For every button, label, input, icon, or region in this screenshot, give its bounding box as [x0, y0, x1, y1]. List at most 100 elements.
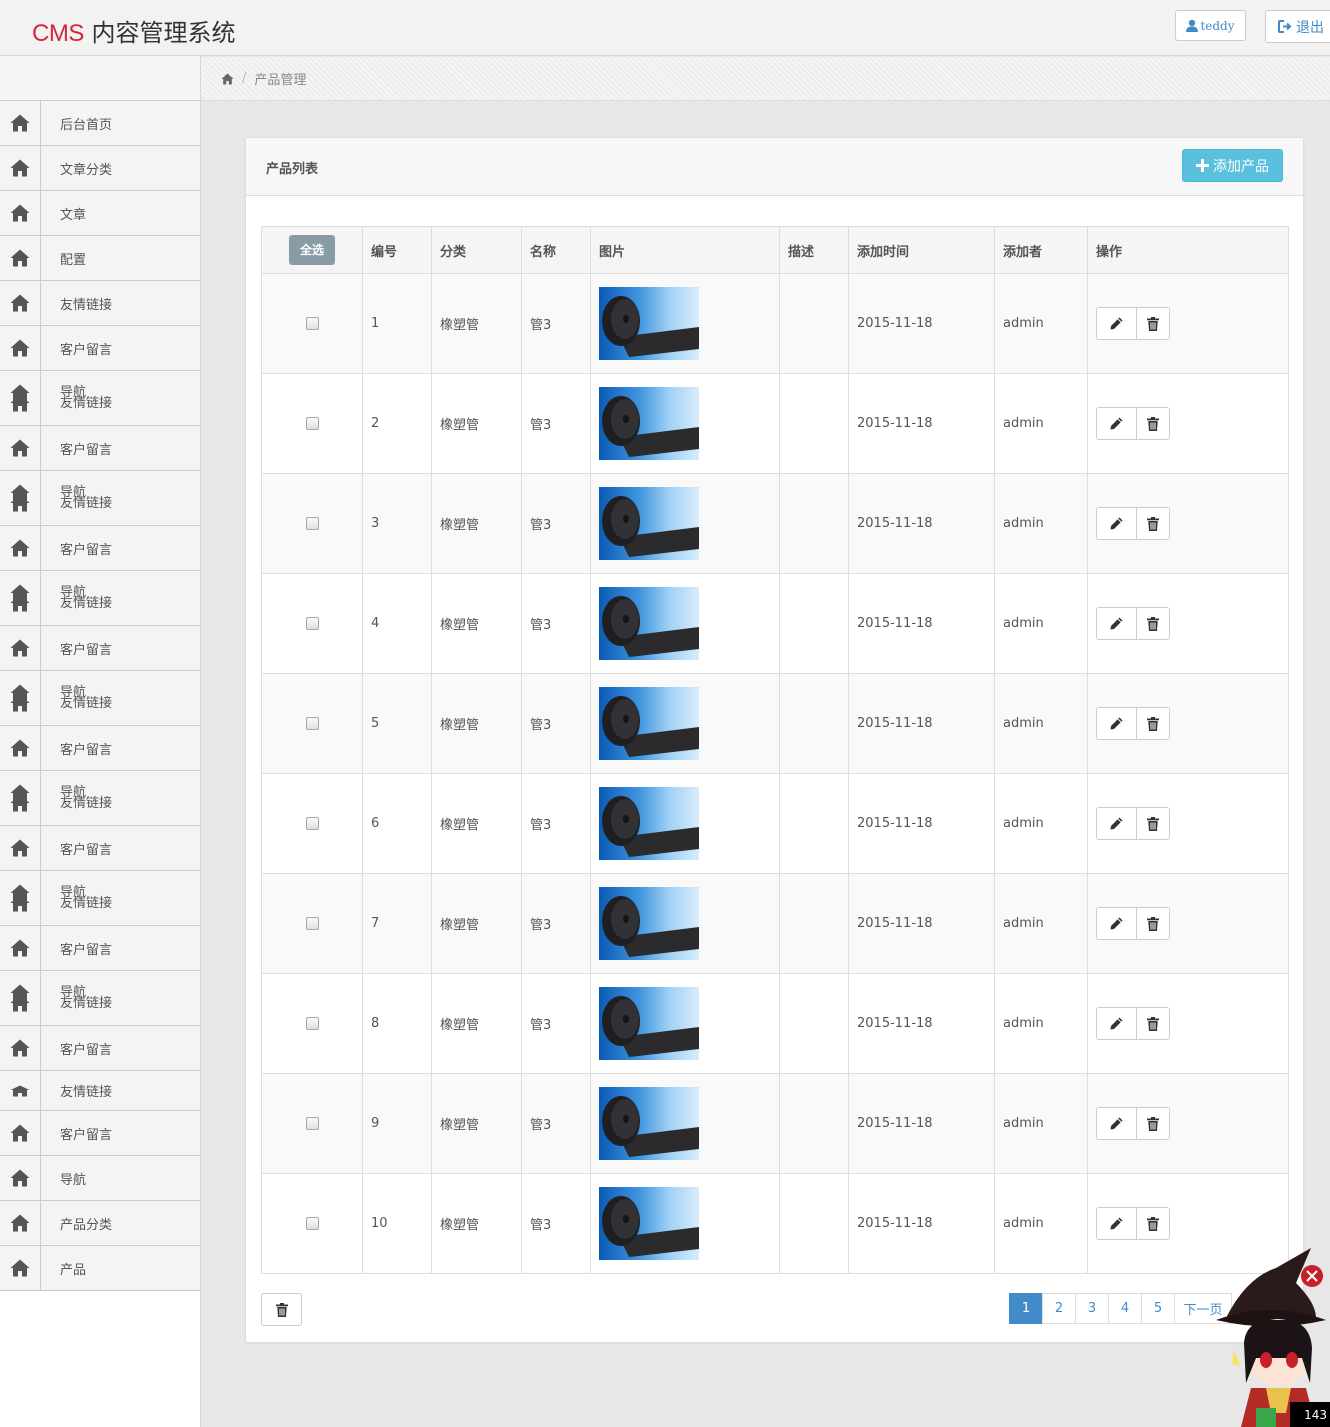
sidebar-item-sublabel: 友情链接: [60, 796, 113, 811]
sidebar-item[interactable]: 导航 友情链接: [0, 771, 200, 826]
edit-button[interactable]: [1096, 407, 1137, 440]
page-link-5[interactable]: 5: [1141, 1293, 1175, 1324]
table-row: 7 橡塑管 管3 2015-11-18 admin: [261, 873, 1289, 974]
product-thumbnail: [599, 987, 699, 1060]
cell-image: [590, 1073, 780, 1174]
delete-button[interactable]: [1137, 307, 1170, 340]
sidebar-item[interactable]: 导航 友情链接: [0, 371, 200, 426]
col-header-image: 图片: [590, 226, 780, 274]
product-thumbnail: [599, 487, 699, 560]
cell-actions: [1087, 573, 1289, 674]
row-checkbox[interactable]: [305, 817, 319, 830]
trash-icon: [1147, 1016, 1159, 1031]
page-link-1[interactable]: 1: [1009, 1293, 1043, 1324]
cell-actions: [1087, 273, 1289, 374]
row-checkbox[interactable]: [305, 917, 319, 930]
delete-button[interactable]: [1137, 607, 1170, 640]
sidebar-item[interactable]: 导航 友情链接: [0, 471, 200, 526]
sidebar-item[interactable]: 客户留言: [0, 726, 200, 771]
sidebar-item[interactable]: 友情链接: [0, 281, 200, 326]
trash-icon: [1147, 1116, 1159, 1131]
add-product-button[interactable]: 添加产品: [1182, 149, 1283, 182]
sidebar-item[interactable]: 客户留言: [0, 926, 200, 971]
cell-actions: [1087, 973, 1289, 1074]
sidebar-item[interactable]: 客户留言: [0, 626, 200, 671]
sidebar-menu: 后台首页 文章分类 文章 配置 友情链接 客户留言 导航 友情链接 客户留言 导航 友情链接 客户留言…: [0, 101, 200, 1291]
sidebar-item[interactable]: 客户留言: [0, 1111, 200, 1156]
sidebar-item-label: 导航: [60, 1172, 87, 1188]
delete-button[interactable]: [1137, 1207, 1170, 1240]
home-icon[interactable]: [221, 73, 234, 85]
pencil-icon: [1110, 717, 1123, 730]
home-icon: [10, 1085, 30, 1096]
delete-button[interactable]: [1137, 1107, 1170, 1140]
sidebar-label-cell: 导航 友情链接: [41, 671, 112, 725]
edit-button[interactable]: [1096, 307, 1137, 340]
row-checkbox[interactable]: [305, 1217, 319, 1230]
building-icon: [10, 584, 30, 612]
cell-author: admin: [994, 973, 1088, 1074]
sidebar-item[interactable]: 客户留言: [0, 1026, 200, 1071]
cell-category: 橡塑管: [431, 1173, 522, 1274]
user-icon: [1186, 19, 1199, 32]
edit-button[interactable]: [1096, 1207, 1137, 1240]
edit-button[interactable]: [1096, 607, 1137, 640]
cell-category: 橡塑管: [431, 1073, 522, 1174]
sidebar-item[interactable]: 客户留言: [0, 526, 200, 571]
sidebar-label-cell: 文章: [41, 191, 86, 235]
edit-button[interactable]: [1096, 907, 1137, 940]
user-button[interactable]: teddy: [1175, 10, 1246, 41]
sidebar-item[interactable]: 客户留言: [0, 326, 200, 371]
sidebar-item[interactable]: 后台首页: [0, 101, 200, 146]
trash-icon: [1147, 816, 1159, 831]
sidebar-item[interactable]: 配置: [0, 236, 200, 281]
delete-button[interactable]: [1137, 707, 1170, 740]
product-thumbnail: [599, 687, 699, 760]
page-link-4[interactable]: 4: [1108, 1293, 1142, 1324]
delete-button[interactable]: [1137, 1007, 1170, 1040]
edit-button[interactable]: [1096, 707, 1137, 740]
row-checkbox[interactable]: [305, 517, 319, 530]
page-link-2[interactable]: 2: [1042, 1293, 1076, 1324]
sidebar-item[interactable]: 导航 友情链接: [0, 671, 200, 726]
home-icon: [10, 114, 30, 132]
edit-button[interactable]: [1096, 507, 1137, 540]
row-checkbox[interactable]: [305, 1117, 319, 1130]
sidebar-item[interactable]: 友情链接: [0, 1071, 200, 1111]
bulk-delete-button[interactable]: [261, 1293, 302, 1326]
sidebar-item[interactable]: 客户留言: [0, 426, 200, 471]
edit-button[interactable]: [1096, 1107, 1137, 1140]
sidebar-icon-cell: [0, 626, 41, 670]
table-header-row: 全选 编号 分类 名称 图片 描述 添加时间 添加者 操作: [261, 226, 1289, 274]
page-link-3[interactable]: 3: [1075, 1293, 1109, 1324]
delete-button[interactable]: [1137, 907, 1170, 940]
sidebar-item[interactable]: 导航: [0, 1156, 200, 1201]
sidebar-item[interactable]: 产品分类: [0, 1201, 200, 1246]
sidebar-item[interactable]: 导航 友情链接: [0, 571, 200, 626]
select-all-button[interactable]: 全选: [289, 235, 335, 265]
sidebar-item[interactable]: 导航 友情链接: [0, 971, 200, 1026]
row-checkbox[interactable]: [305, 617, 319, 630]
mascot-widget[interactable]: [1216, 1248, 1330, 1427]
row-checkbox[interactable]: [305, 417, 319, 430]
sidebar-item[interactable]: 文章分类: [0, 146, 200, 191]
sidebar-item[interactable]: 导航 友情链接: [0, 871, 200, 926]
delete-button[interactable]: [1137, 507, 1170, 540]
row-checkbox[interactable]: [305, 717, 319, 730]
row-checkbox[interactable]: [305, 1017, 319, 1030]
sidebar-item[interactable]: 产品: [0, 1246, 200, 1291]
logout-button[interactable]: 退出: [1265, 10, 1330, 43]
delete-button[interactable]: [1137, 407, 1170, 440]
top-navbar: CMS 内容管理系统 teddy 退出: [0, 0, 1330, 56]
edit-button[interactable]: [1096, 1007, 1137, 1040]
cell-id: 3: [362, 473, 432, 574]
edit-button[interactable]: [1096, 807, 1137, 840]
sidebar-item[interactable]: 文章: [0, 191, 200, 236]
brand-logo[interactable]: CMS 内容管理系统: [32, 13, 235, 48]
building-icon: [10, 484, 30, 512]
sidebar-item[interactable]: 客户留言: [0, 826, 200, 871]
row-checkbox[interactable]: [305, 317, 319, 330]
cell-author: admin: [994, 1073, 1088, 1174]
delete-button[interactable]: [1137, 807, 1170, 840]
home-icon: [10, 739, 30, 757]
